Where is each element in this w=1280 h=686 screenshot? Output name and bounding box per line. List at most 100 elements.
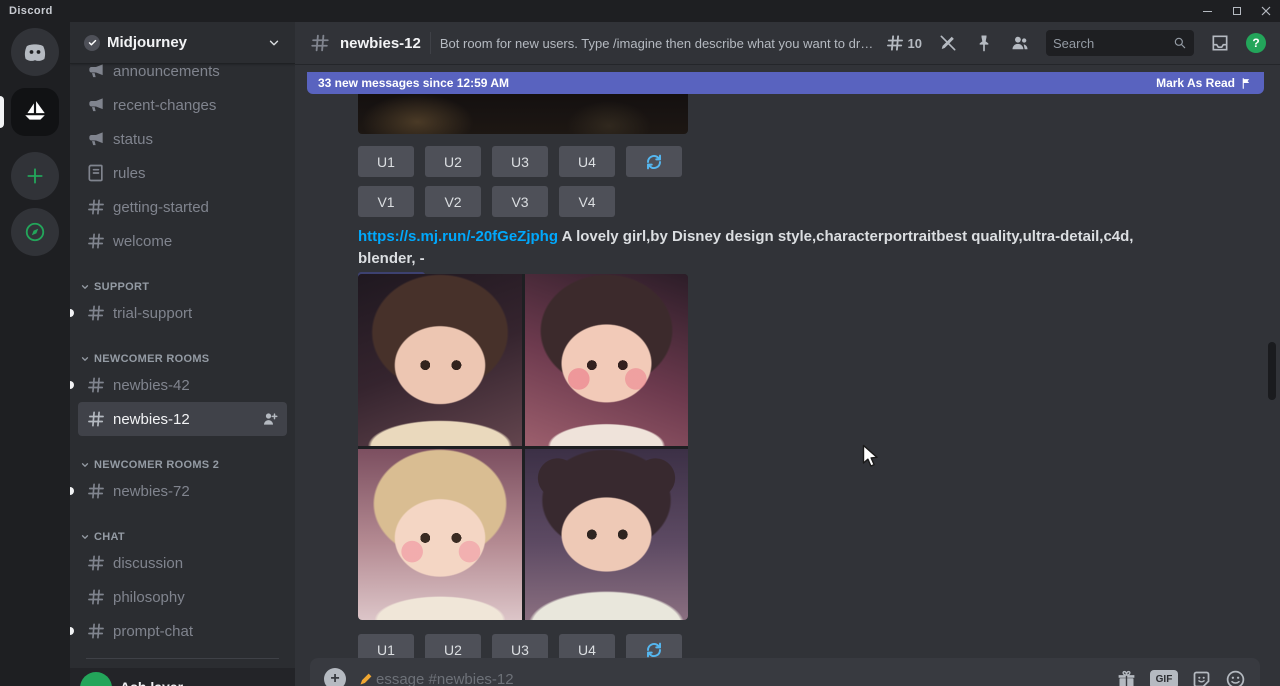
channel-label: trial-support — [113, 305, 192, 322]
midjourney-button-v2[interactable]: V2 — [425, 186, 481, 217]
sidebar-item-status[interactable]: status — [78, 122, 287, 156]
hash-icon — [86, 303, 106, 323]
channel-label: getting-started — [113, 199, 209, 216]
chevron-down-icon — [267, 36, 281, 50]
maximize-icon — [1233, 7, 1241, 15]
channel-label: philosophy — [113, 589, 185, 606]
user-bar[interactable]: Ash layer — [70, 668, 295, 686]
sticker-button[interactable] — [1191, 669, 1212, 686]
add-member-icon[interactable] — [261, 410, 279, 428]
avatar[interactable] — [80, 672, 112, 686]
section-title-label: NEWCOMER ROOMS 2 — [94, 459, 219, 471]
sidebar-item-newbies-72[interactable]: newbies-72 — [78, 474, 287, 508]
inbox-button[interactable] — [1210, 33, 1230, 53]
midjourney-button-v4[interactable]: V4 — [559, 186, 615, 217]
close-button[interactable] — [1251, 0, 1280, 22]
midjourney-button-u3[interactable]: U3 — [492, 146, 548, 177]
mark-as-read-button[interactable]: Mark As Read — [1156, 76, 1253, 90]
maximize-button[interactable] — [1222, 0, 1251, 22]
sidebar-item-newbies-42[interactable]: newbies-42 — [78, 368, 287, 402]
sidebar-item-discussion[interactable]: discussion — [78, 546, 287, 580]
channel-label: rules — [113, 165, 146, 182]
chevron-down-icon — [80, 354, 90, 364]
channel-topic[interactable]: Bot room for new users. Type /imagine th… — [440, 36, 876, 51]
channel-sidebar: Midjourney announcements recent-changes st… — [70, 22, 295, 686]
sidebar-item-newbies-12[interactable]: newbies-12 — [78, 402, 287, 436]
midjourney-button-u1[interactable]: U1 — [358, 146, 414, 177]
hash-icon — [86, 553, 106, 573]
emoji-button[interactable] — [1225, 669, 1246, 686]
server-header[interactable]: Midjourney — [70, 22, 295, 64]
scrollbar[interactable] — [1268, 342, 1276, 400]
book-icon — [86, 163, 106, 183]
gift-button[interactable] — [1116, 669, 1137, 686]
generated-image-quadrant-4[interactable] — [525, 449, 689, 621]
channel-label: welcome — [113, 233, 172, 250]
message-link[interactable]: https://s.mj.run/-20fGeZjphg — [358, 228, 558, 245]
channel-label: recent-changes — [113, 97, 216, 114]
refresh-icon — [645, 153, 663, 171]
header-divider — [430, 32, 431, 54]
generated-image-quadrant-1[interactable] — [358, 274, 522, 446]
generated-image-quadrant-3[interactable] — [358, 449, 522, 621]
server-icon-midjourney[interactable] — [11, 88, 59, 136]
section-header-chat[interactable]: CHAT — [78, 522, 287, 546]
chevron-down-icon — [80, 532, 90, 542]
midjourney-button-u4[interactable]: U4 — [559, 146, 615, 177]
midjourney-button-u2[interactable]: U2 — [425, 146, 481, 177]
rerun-button[interactable] — [626, 146, 682, 177]
mark-as-read-label: Mark As Read — [1156, 76, 1235, 90]
threads-icon — [885, 33, 905, 53]
message-input[interactable]: essage #newbies-12 — [358, 668, 1104, 686]
add-server-button[interactable] — [11, 152, 59, 200]
app-title: Discord — [9, 5, 53, 17]
discord-logo-icon — [21, 38, 49, 66]
channel-label: newbies-72 — [113, 483, 190, 500]
sidebar-item-recent-changes[interactable]: recent-changes — [78, 88, 287, 122]
header-toolbar: 10 Search ? — [885, 30, 1266, 56]
generated-image-quadrant-2[interactable] — [525, 274, 689, 446]
members-button[interactable] — [1010, 33, 1030, 53]
hash-icon — [86, 621, 106, 641]
sidebar-item-trial-support[interactable]: trial-support — [78, 296, 287, 330]
message-composer[interactable]: + essage #newbies-12 GIF — [310, 658, 1260, 686]
search-input[interactable]: Search — [1046, 30, 1194, 56]
channel-label: announcements — [113, 63, 220, 80]
window-controls — [1193, 0, 1280, 22]
generated-image-grid[interactable] — [358, 274, 688, 620]
section-header-support[interactable]: SUPPORT — [78, 272, 287, 296]
section-title-label: SUPPORT — [94, 281, 149, 293]
hash-icon — [86, 197, 106, 217]
sidebar-item-welcome[interactable]: welcome — [78, 224, 287, 258]
pencil-emoji-icon — [358, 672, 373, 686]
upscale-row-top: U1 U2 U3 U4 — [358, 146, 682, 177]
pin-button[interactable] — [974, 33, 994, 53]
unread-indicator — [70, 627, 74, 635]
sidebar-item-prompt-chat[interactable]: prompt-chat — [78, 614, 287, 648]
plus-icon — [25, 166, 45, 186]
midjourney-button-v3[interactable]: V3 — [492, 186, 548, 217]
generated-image-previous[interactable] — [358, 94, 688, 134]
notifications-muted-button[interactable] — [938, 33, 958, 53]
hash-icon — [86, 375, 106, 395]
list-divider — [86, 658, 279, 659]
sidebar-item-rules[interactable]: rules — [78, 156, 287, 190]
channel-label: newbies-12 — [113, 411, 190, 428]
threads-button[interactable]: 10 — [885, 33, 922, 53]
sidebar-item-getting-started[interactable]: getting-started — [78, 190, 287, 224]
section-header-newcomer-rooms[interactable]: NEWCOMER ROOMS — [78, 344, 287, 368]
server-rail — [0, 22, 70, 686]
attach-button[interactable]: + — [324, 668, 346, 686]
minimize-button[interactable] — [1193, 0, 1222, 22]
help-button[interactable]: ? — [1246, 33, 1266, 53]
midjourney-button-v1[interactable]: V1 — [358, 186, 414, 217]
main-chat-area: newbies-12 Bot room for new users. Type … — [295, 22, 1280, 686]
flag-icon — [1240, 77, 1253, 90]
gif-button[interactable]: GIF — [1150, 670, 1178, 686]
home-button[interactable] — [11, 28, 59, 76]
unread-indicator — [70, 309, 74, 317]
new-messages-banner[interactable]: 33 new messages since 12:59 AM Mark As R… — [307, 72, 1264, 94]
section-header-newcomer-rooms-2[interactable]: NEWCOMER ROOMS 2 — [78, 450, 287, 474]
explore-servers-button[interactable] — [11, 208, 59, 256]
sidebar-item-philosophy[interactable]: philosophy — [78, 580, 287, 614]
